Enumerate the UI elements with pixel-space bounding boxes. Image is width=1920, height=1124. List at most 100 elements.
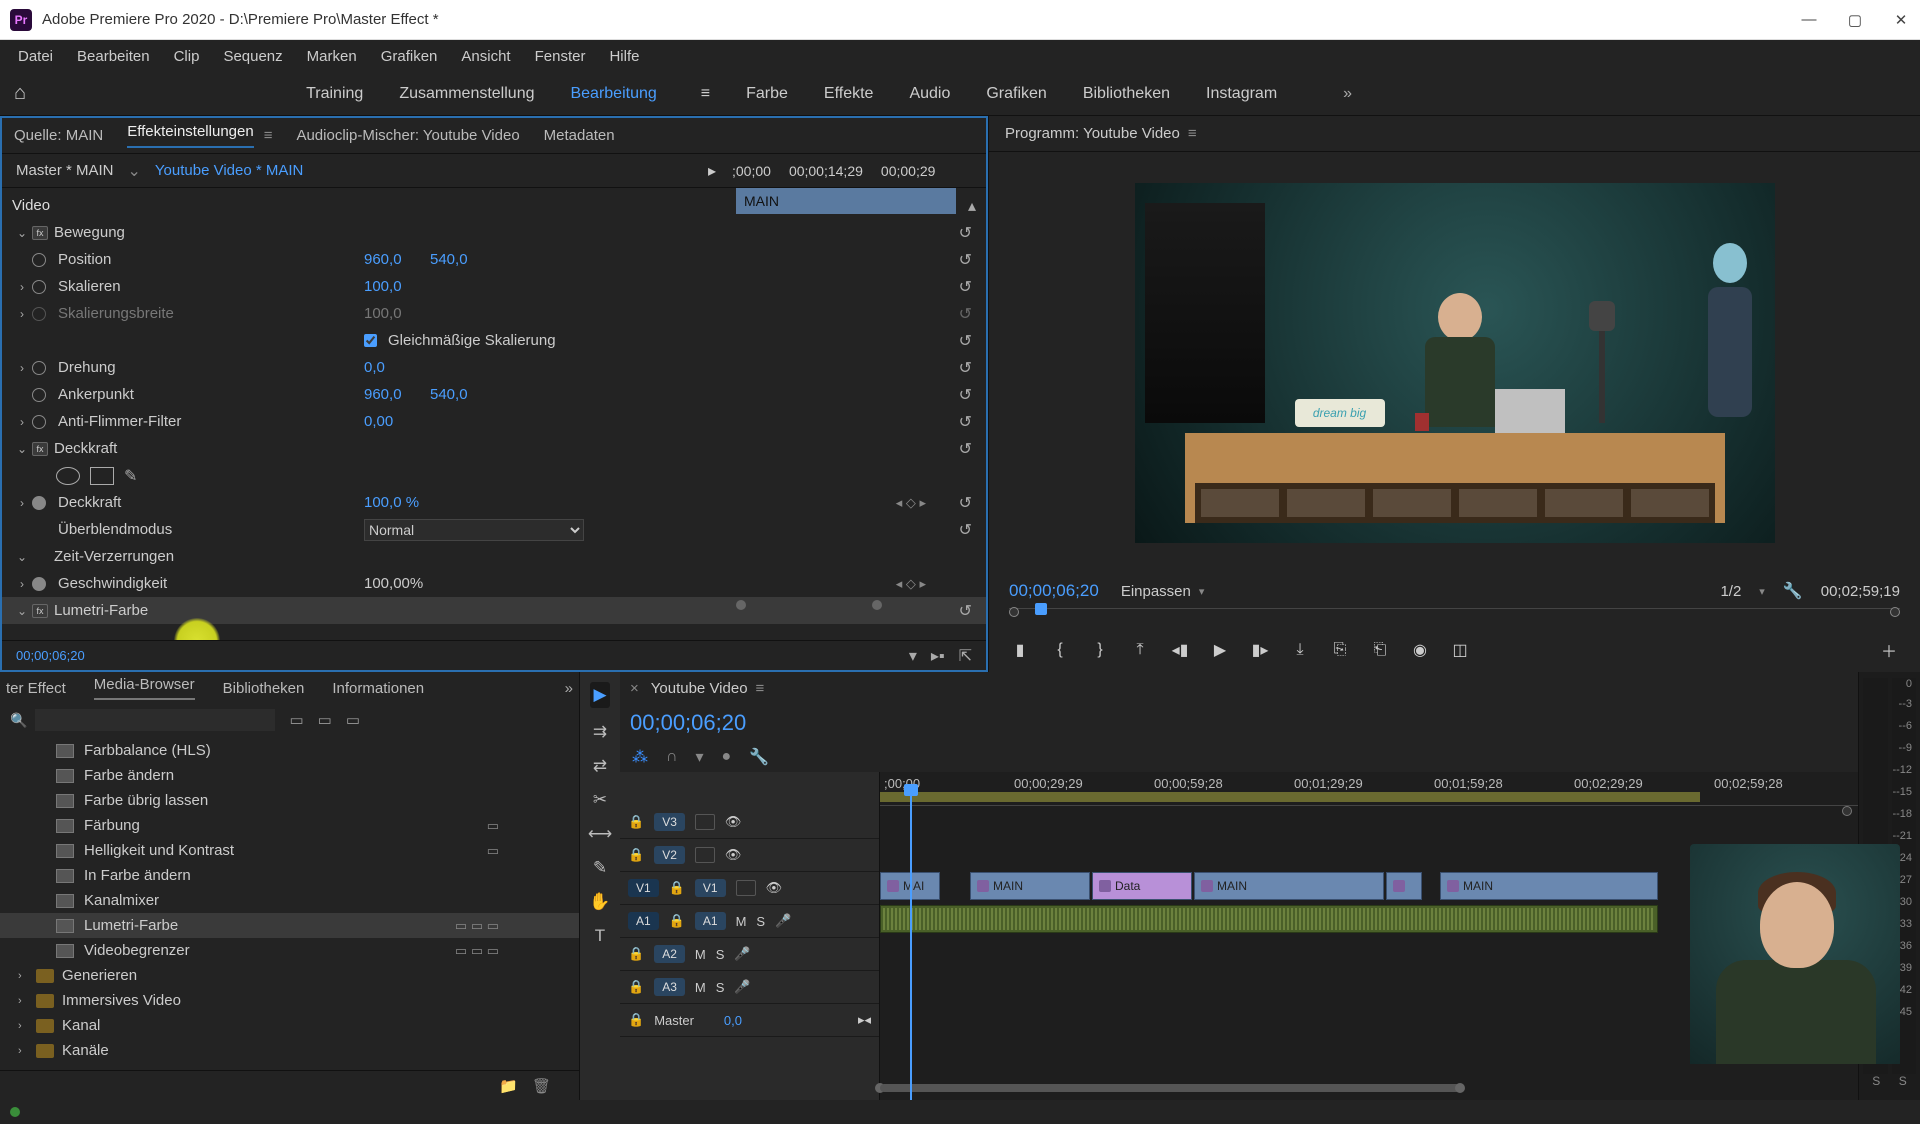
lock-icon[interactable]: 🔒 xyxy=(669,880,685,896)
reset-icon[interactable]: ↺ xyxy=(959,250,972,270)
wrench-icon[interactable]: 🔧 xyxy=(1783,581,1803,601)
reset-icon[interactable]: ↺ xyxy=(959,223,972,243)
uniform-scale-checkbox[interactable] xyxy=(364,334,377,347)
mark-in-icon[interactable]: ▮ xyxy=(1009,640,1031,660)
master-value[interactable]: 0,0 xyxy=(724,1013,742,1028)
reset-icon[interactable]: ↺ xyxy=(959,601,972,621)
anchor-y-value[interactable]: 540,0 xyxy=(430,386,468,403)
scale-value[interactable]: 100,0 xyxy=(364,278,402,295)
stopwatch-icon[interactable] xyxy=(32,361,46,375)
ripple-tool-icon[interactable]: ⇄ xyxy=(593,756,607,776)
track-head-v3[interactable]: 🔒V3👁 xyxy=(620,806,879,839)
workspace-training[interactable]: Training xyxy=(306,85,363,103)
effect-item[interactable]: Färbung▭ xyxy=(0,813,579,838)
tab-effekteinstellungen[interactable]: Effekteinstellungen xyxy=(127,123,253,148)
track-head-a1[interactable]: A1🔒A1MS🎤 xyxy=(620,905,879,938)
go-in-icon[interactable]: ⤒ xyxy=(1129,641,1151,659)
preset-icon[interactable]: ▭ xyxy=(289,711,303,729)
zoom-thumb[interactable] xyxy=(880,1084,1460,1092)
fit-dropdown[interactable]: Einpassen xyxy=(1121,583,1205,600)
track-head-v1[interactable]: V1🔒V1👁 xyxy=(620,872,879,905)
lift-icon[interactable]: ⎘ xyxy=(1329,641,1351,659)
playhead-icon[interactable] xyxy=(1035,603,1047,615)
solo-label[interactable]: S xyxy=(1872,1074,1880,1094)
hand-tool-icon[interactable]: ✋ xyxy=(589,892,610,912)
master-label[interactable]: Master * MAIN xyxy=(16,162,114,179)
eye-icon[interactable]: 👁 xyxy=(725,814,742,830)
zoom-handle-left[interactable] xyxy=(736,600,746,610)
program-timecode-left[interactable]: 00;00;06;20 xyxy=(1009,581,1099,601)
program-tab[interactable]: Programm: Youtube Video≡ xyxy=(989,116,1920,152)
step-back-icon[interactable]: ◂▮ xyxy=(1169,640,1191,660)
clip[interactable]: MAIN xyxy=(970,872,1090,900)
program-scrubber[interactable] xyxy=(1009,608,1900,628)
close-seq-icon[interactable]: × xyxy=(630,680,639,697)
menu-datei[interactable]: Datei xyxy=(6,44,65,69)
scrub-in[interactable] xyxy=(1009,607,1019,617)
time-ruler[interactable]: ;00;00 00;00;29;29 00;00;59;28 00;01;29;… xyxy=(880,772,1858,806)
fx-zoom-slider[interactable] xyxy=(742,600,892,610)
track-head-a2[interactable]: 🔒A2MS🎤 xyxy=(620,938,879,971)
audio-clip[interactable] xyxy=(880,905,1658,933)
play-only-icon[interactable]: ▸▪ xyxy=(931,646,945,666)
tab-quelle[interactable]: Quelle: MAIN xyxy=(14,127,103,144)
link-icon[interactable]: ∩ xyxy=(666,748,678,766)
effect-item[interactable]: Videobegrenzer▭ ▭ ▭ xyxy=(0,938,579,963)
clip[interactable] xyxy=(1386,872,1422,900)
rect-mask-icon[interactable] xyxy=(90,467,114,485)
workspace-menu-icon[interactable]: ≡ xyxy=(701,85,710,103)
sync-lock-icon[interactable] xyxy=(695,814,715,830)
stopwatch-icon[interactable] xyxy=(32,280,46,294)
pen-mask-icon[interactable]: ✎ xyxy=(124,466,137,486)
tab-informationen[interactable]: Informationen xyxy=(332,680,424,697)
menu-bearbeiten[interactable]: Bearbeiten xyxy=(65,44,162,69)
tab-bibliotheken[interactable]: Bibliotheken xyxy=(223,680,305,697)
sequence-tab[interactable]: ×Youtube Video≡ xyxy=(620,672,1858,704)
effect-item[interactable]: Helligkeit und Kontrast▭ xyxy=(0,838,579,863)
search-icon[interactable]: 🔍 xyxy=(10,712,27,729)
sync-lock-icon[interactable] xyxy=(736,880,756,896)
workspace-audio[interactable]: Audio xyxy=(909,85,950,103)
marker-icon[interactable]: ▾ xyxy=(696,747,704,767)
effects-search-input[interactable] xyxy=(35,709,275,731)
minimize-button[interactable]: — xyxy=(1800,11,1818,29)
play-icon[interactable]: ▶ xyxy=(1209,640,1231,660)
effect-item[interactable]: Farbbalance (HLS) xyxy=(0,738,579,763)
tab-metadaten[interactable]: Metadaten xyxy=(544,127,615,144)
source-patch[interactable]: V1 xyxy=(628,879,659,897)
timeline-zoom-scroll[interactable] xyxy=(880,1084,1858,1096)
play-icon[interactable]: ▸ xyxy=(708,161,716,181)
vscroll-handle[interactable] xyxy=(1842,806,1852,816)
workspace-instagram[interactable]: Instagram xyxy=(1206,85,1277,103)
effect-item[interactable]: Kanalmixer xyxy=(0,888,579,913)
antiflicker-value[interactable]: 0,00 xyxy=(364,413,393,430)
anchor-x-value[interactable]: 960,0 xyxy=(364,386,402,403)
meters-icon[interactable]: ▸◂ xyxy=(858,1012,871,1028)
menu-fenster[interactable]: Fenster xyxy=(523,44,598,69)
mic-icon[interactable]: 🎤 xyxy=(775,913,791,929)
workspace-bibliotheken[interactable]: Bibliotheken xyxy=(1083,85,1170,103)
clip-link[interactable]: Youtube Video * MAIN xyxy=(155,162,303,179)
fx-time[interactable]: ⌄fxZeit-Verzerrungen xyxy=(2,543,986,570)
trash-icon[interactable]: 🗑 xyxy=(532,1077,551,1095)
close-button[interactable]: ✕ xyxy=(1892,11,1910,29)
reset-icon[interactable]: ↺ xyxy=(959,412,972,432)
pen-tool-icon[interactable]: ✎ xyxy=(593,858,607,878)
menu-hilfe[interactable]: Hilfe xyxy=(597,44,651,69)
track-head-master[interactable]: 🔒Master0,0▸◂ xyxy=(620,1004,879,1037)
export-frame-icon[interactable]: ⇱ xyxy=(959,646,972,666)
chevron-down-icon[interactable]: ⌄ xyxy=(128,161,141,181)
export-frame-icon[interactable]: ◉ xyxy=(1409,640,1431,660)
effect-item-lumetri[interactable]: Lumetri-Farbe▭ ▭ ▭ xyxy=(0,913,579,938)
position-x-value[interactable]: 960,0 xyxy=(364,251,402,268)
workspace-effekte[interactable]: Effekte xyxy=(824,85,874,103)
menu-marken[interactable]: Marken xyxy=(295,44,369,69)
lock-icon[interactable]: 🔒 xyxy=(628,1012,644,1028)
rotation-value[interactable]: 0,0 xyxy=(364,359,385,376)
effect-folder[interactable]: ›Kanal xyxy=(0,1013,579,1038)
stopwatch-icon[interactable] xyxy=(32,496,46,510)
effect-item[interactable]: Farbe übrig lassen xyxy=(0,788,579,813)
effect-folder[interactable]: ›Kanäle xyxy=(0,1038,579,1063)
filter-icon[interactable]: ▾ xyxy=(909,646,917,666)
effect-item[interactable]: Farbe ändern xyxy=(0,763,579,788)
